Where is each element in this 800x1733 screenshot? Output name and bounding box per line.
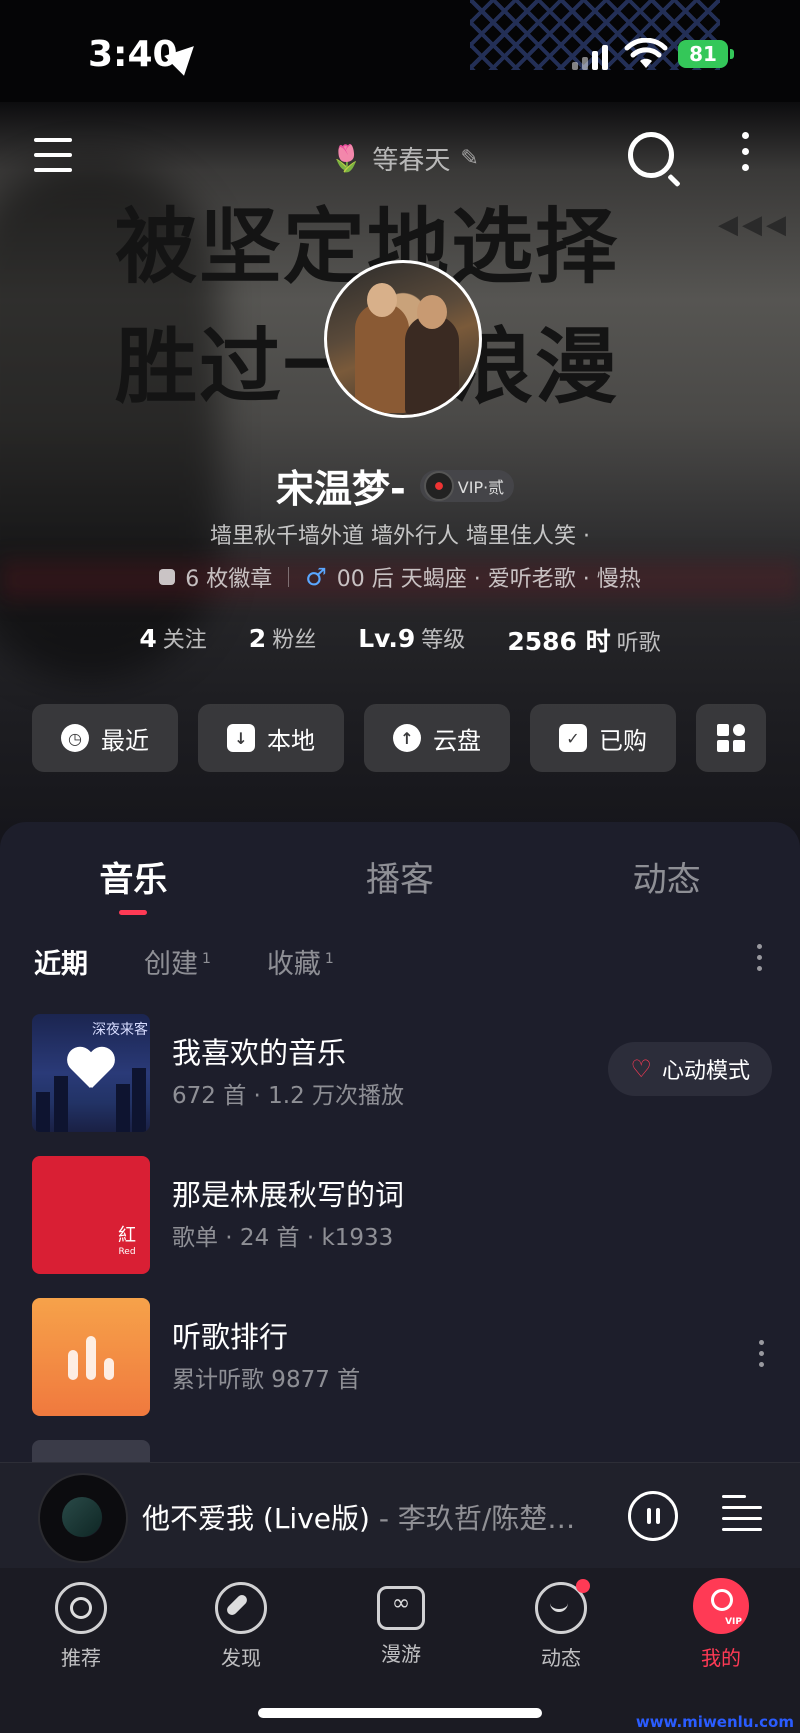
profile-stats: 4 关注 2 粉丝 Lv.9 等级 2586 时听歌 bbox=[0, 622, 800, 658]
tulip-icon: 🌷 bbox=[330, 143, 363, 174]
playlist-meta: 歌单 · 24 首 · k1933 bbox=[172, 1225, 394, 1251]
profile-tags: 6 枚徽章 ♂ 00 后 天蝎座 · 爱听老歌 · 慢热 bbox=[0, 561, 800, 593]
bar-chart-icon bbox=[68, 1336, 114, 1380]
profile-name: 宋温梦- bbox=[276, 467, 406, 511]
tag-divider bbox=[288, 567, 290, 587]
stat-listen-time[interactable]: 2586 时听歌 bbox=[507, 622, 660, 658]
nav-discover[interactable]: 发现 bbox=[186, 1582, 296, 1671]
playlist-title: 听歌排行 bbox=[172, 1320, 289, 1354]
nav-roam[interactable]: 漫游 bbox=[346, 1582, 456, 1667]
avatar[interactable] bbox=[324, 260, 482, 418]
more-apps-button[interactable] bbox=[696, 704, 766, 772]
list-item[interactable]: 听歌排行 累计听歌 9877 首 bbox=[32, 1298, 772, 1416]
home-indicator[interactable] bbox=[258, 1708, 542, 1718]
profile-name-row: 宋温梦- VIP·贰 bbox=[276, 458, 515, 513]
pause-button[interactable] bbox=[628, 1491, 678, 1541]
edit-pencil-icon[interactable]: ✎ bbox=[460, 146, 478, 171]
playlist-meta: 累计听歌 9877 首 bbox=[172, 1367, 361, 1393]
download-icon: ↓ bbox=[227, 724, 255, 752]
vip-badge[interactable]: VIP·贰 bbox=[419, 469, 515, 502]
subtab-recent[interactable]: 近期 bbox=[34, 942, 88, 981]
stat-following[interactable]: 4 关注 bbox=[139, 622, 206, 658]
vinyl-disc-icon bbox=[423, 470, 454, 501]
playlist-title: 那是林展秋写的词 bbox=[172, 1178, 405, 1212]
heartbeat-icon: ♡ bbox=[630, 1055, 652, 1083]
nav-recommend[interactable]: 推荐 bbox=[26, 1582, 136, 1671]
playlist-cover-ranking bbox=[32, 1298, 150, 1416]
clock-icon: ◷ bbox=[61, 724, 89, 752]
badge-icon bbox=[159, 569, 176, 585]
list-item[interactable]: 深夜来客 我喜欢的音乐 672 首 · 1.2 万次播放 ♡ 心动模式 bbox=[32, 1014, 772, 1132]
radio-icon bbox=[377, 1586, 425, 1630]
nav-me[interactable]: 我的 bbox=[666, 1578, 776, 1671]
status-bar: 3:40 81 bbox=[0, 0, 800, 102]
cloud-upload-icon: ↑ bbox=[393, 724, 421, 752]
subtab-created[interactable]: 创建 1 bbox=[144, 942, 211, 981]
battery-indicator: 81 bbox=[678, 40, 734, 68]
heart-mode-button[interactable]: ♡ 心动模式 bbox=[608, 1042, 772, 1096]
tab-feed[interactable]: 动态 bbox=[533, 852, 800, 901]
playlist-cover-liked: 深夜来客 bbox=[32, 1014, 150, 1132]
recent-button[interactable]: ◷ 最近 bbox=[32, 704, 178, 772]
search-icon[interactable] bbox=[628, 132, 674, 178]
cover-arrows-icon: ◀◀◀ bbox=[718, 210, 790, 240]
male-gender-icon: ♂ bbox=[305, 563, 327, 591]
badge-count[interactable]: 6 枚徽章 bbox=[185, 561, 272, 593]
cover-text: 深夜来客 bbox=[92, 1022, 148, 1038]
cover-text: 紅 Red bbox=[118, 1225, 136, 1258]
recommend-icon bbox=[55, 1582, 107, 1634]
bag-icon: ✓ bbox=[559, 724, 587, 752]
playlist-meta: 672 首 · 1.2 万次播放 bbox=[172, 1083, 405, 1109]
list-item[interactable]: 紅 Red 那是林展秋写的词 歌单 · 24 首 · k1933 bbox=[32, 1156, 772, 1274]
nav-feed[interactable]: 动态 bbox=[506, 1579, 616, 1671]
wifi-icon bbox=[624, 38, 668, 68]
subtab-more-icon[interactable] bbox=[757, 944, 762, 971]
notification-dot bbox=[576, 1579, 590, 1593]
mini-player[interactable]: 他不爱我 (Live版) - 李玖哲/陈楚… bbox=[0, 1462, 800, 1569]
tab-music[interactable]: 音乐 bbox=[0, 852, 267, 915]
watermark: www.miwenlu.com bbox=[635, 1713, 794, 1731]
compass-icon bbox=[215, 1582, 267, 1634]
stat-level[interactable]: Lv.9 等级 bbox=[358, 622, 465, 658]
cellular-signal-icon bbox=[572, 42, 608, 70]
local-button[interactable]: ↓ 本地 bbox=[198, 704, 344, 772]
playlist-queue-icon[interactable] bbox=[722, 1495, 762, 1531]
sub-tabs: 近期 创建 1 收藏 1 bbox=[34, 942, 334, 981]
tab-podcast[interactable]: 播客 bbox=[267, 852, 534, 901]
profile-signature[interactable]: 墙里秋千墙外道 墙外行人 墙里佳人笑 · bbox=[0, 518, 800, 550]
heart-icon bbox=[66, 1048, 116, 1094]
playlist-cover-red: 紅 Red bbox=[32, 1156, 150, 1274]
main-tabs: 音乐 播客 动态 bbox=[0, 852, 800, 915]
now-playing-title[interactable]: 他不爱我 (Live版) - 李玖哲/陈楚… bbox=[142, 1497, 575, 1537]
menu-icon[interactable] bbox=[34, 138, 72, 172]
profile-vip-icon bbox=[693, 1578, 749, 1634]
cloud-button[interactable]: ↑ 云盘 bbox=[364, 704, 510, 772]
playlist-title: 我喜欢的音乐 bbox=[172, 1036, 347, 1070]
quick-actions: ◷ 最近 ↓ 本地 ↑ 云盘 ✓ 已购 bbox=[32, 704, 766, 772]
profile-tags-text: 00 后 天蝎座 · 爱听老歌 · 慢热 bbox=[336, 567, 641, 592]
grid-icon bbox=[717, 724, 745, 752]
feed-icon bbox=[535, 1579, 590, 1634]
vip-level-label: VIP·贰 bbox=[457, 477, 505, 497]
nickname-header-text: 等春天 bbox=[372, 146, 451, 176]
nickname-header[interactable]: 🌷 等春天 ✎ bbox=[330, 140, 479, 177]
subtab-collected[interactable]: 收藏 1 bbox=[267, 942, 334, 981]
stat-followers[interactable]: 2 粉丝 bbox=[249, 622, 316, 658]
purchased-button[interactable]: ✓ 已购 bbox=[530, 704, 676, 772]
album-disc-icon[interactable] bbox=[38, 1473, 128, 1563]
row-more-icon[interactable] bbox=[759, 1340, 764, 1367]
active-tab-indicator bbox=[119, 910, 148, 915]
now-playing-artist: - 李玖哲/陈楚… bbox=[378, 1502, 576, 1535]
more-options-icon[interactable] bbox=[742, 132, 750, 171]
